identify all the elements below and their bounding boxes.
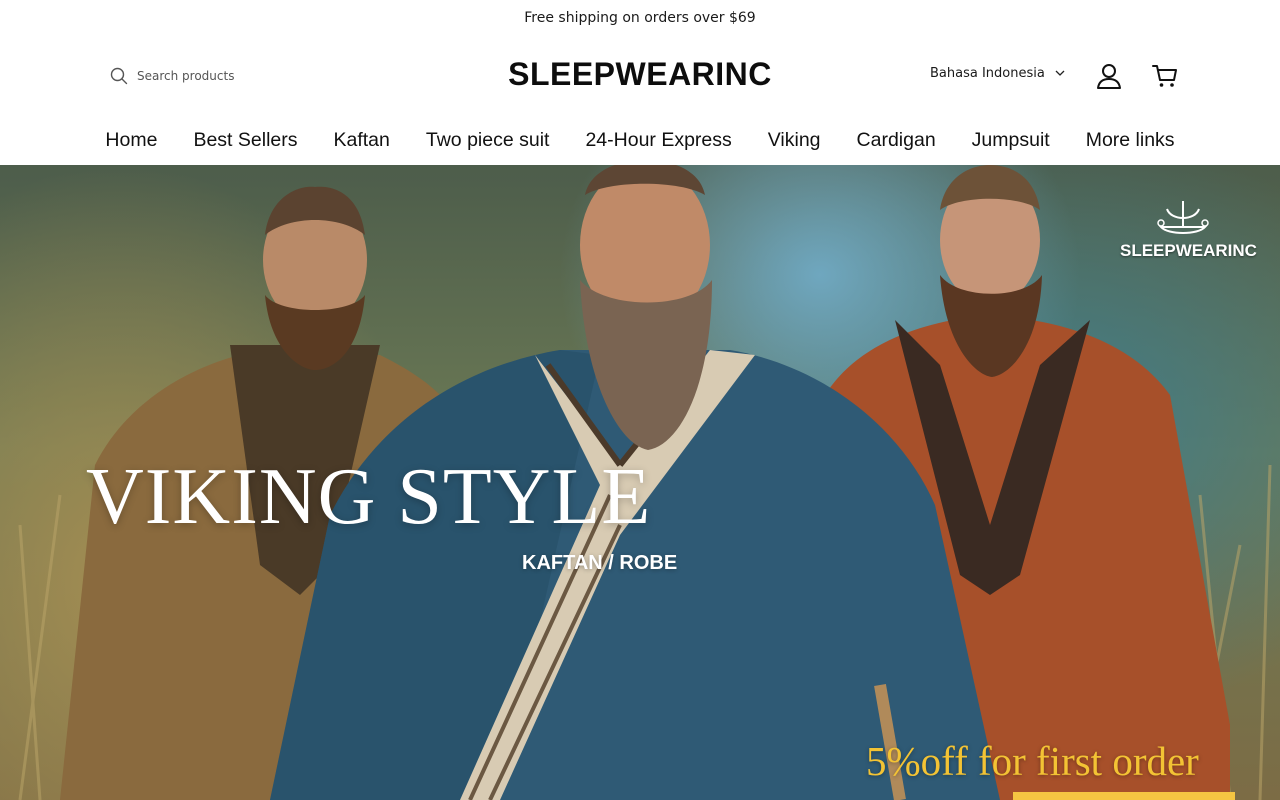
- site-logo-link[interactable]: SLEEPWEARINC: [508, 56, 772, 92]
- account-button[interactable]: [1095, 62, 1123, 90]
- nav-two-piece-suit[interactable]: Two piece suit: [426, 129, 550, 152]
- language-selector[interactable]: Bahasa Indonesia: [930, 66, 1065, 81]
- nav-kaftan[interactable]: Kaftan: [334, 129, 390, 152]
- promo-text: 5%off for first order: [866, 738, 1199, 784]
- announcement-text: Free shipping on orders over $69: [524, 10, 756, 26]
- nav-best-sellers[interactable]: Best Sellers: [193, 129, 297, 152]
- promo-button[interactable]: [1013, 792, 1235, 800]
- search-box[interactable]: [110, 65, 297, 87]
- nav-home[interactable]: Home: [105, 129, 157, 152]
- nav-cardigan[interactable]: Cardigan: [857, 129, 936, 152]
- user-icon: [1097, 64, 1121, 89]
- announcement-bar: Free shipping on orders over $69: [0, 0, 1280, 36]
- search-input[interactable]: [137, 69, 297, 83]
- language-label: Bahasa Indonesia: [930, 66, 1045, 81]
- header: SLEEPWEARINC Bahasa Indonesia: [0, 36, 1280, 116]
- search-icon[interactable]: [110, 67, 128, 85]
- cart-icon: [1152, 65, 1177, 87]
- nav-24-hour-express[interactable]: 24-Hour Express: [585, 129, 731, 152]
- cart-button[interactable]: [1151, 62, 1179, 90]
- main-navigation: Home Best Sellers Kaftan Two piece suit …: [0, 116, 1280, 164]
- hero-subtitle: KAFTAN / ROBE: [522, 552, 678, 574]
- chevron-down-icon: [1055, 70, 1065, 76]
- hero-title: VIKING STYLE: [86, 453, 652, 541]
- viking-ship-logo-icon: [1156, 201, 1209, 234]
- hero-brand-text: SLEEPWEARINC: [1120, 241, 1257, 260]
- nav-viking[interactable]: Viking: [768, 129, 821, 152]
- hero-banner[interactable]: SLEEPWEARINC VIKING STYLE KAFTAN / ROBE …: [0, 165, 1280, 800]
- nav-jumpsuit[interactable]: Jumpsuit: [972, 129, 1050, 152]
- hero-brand-watermark: SLEEPWEARINC: [1120, 197, 1257, 261]
- nav-more-links[interactable]: More links: [1086, 129, 1175, 152]
